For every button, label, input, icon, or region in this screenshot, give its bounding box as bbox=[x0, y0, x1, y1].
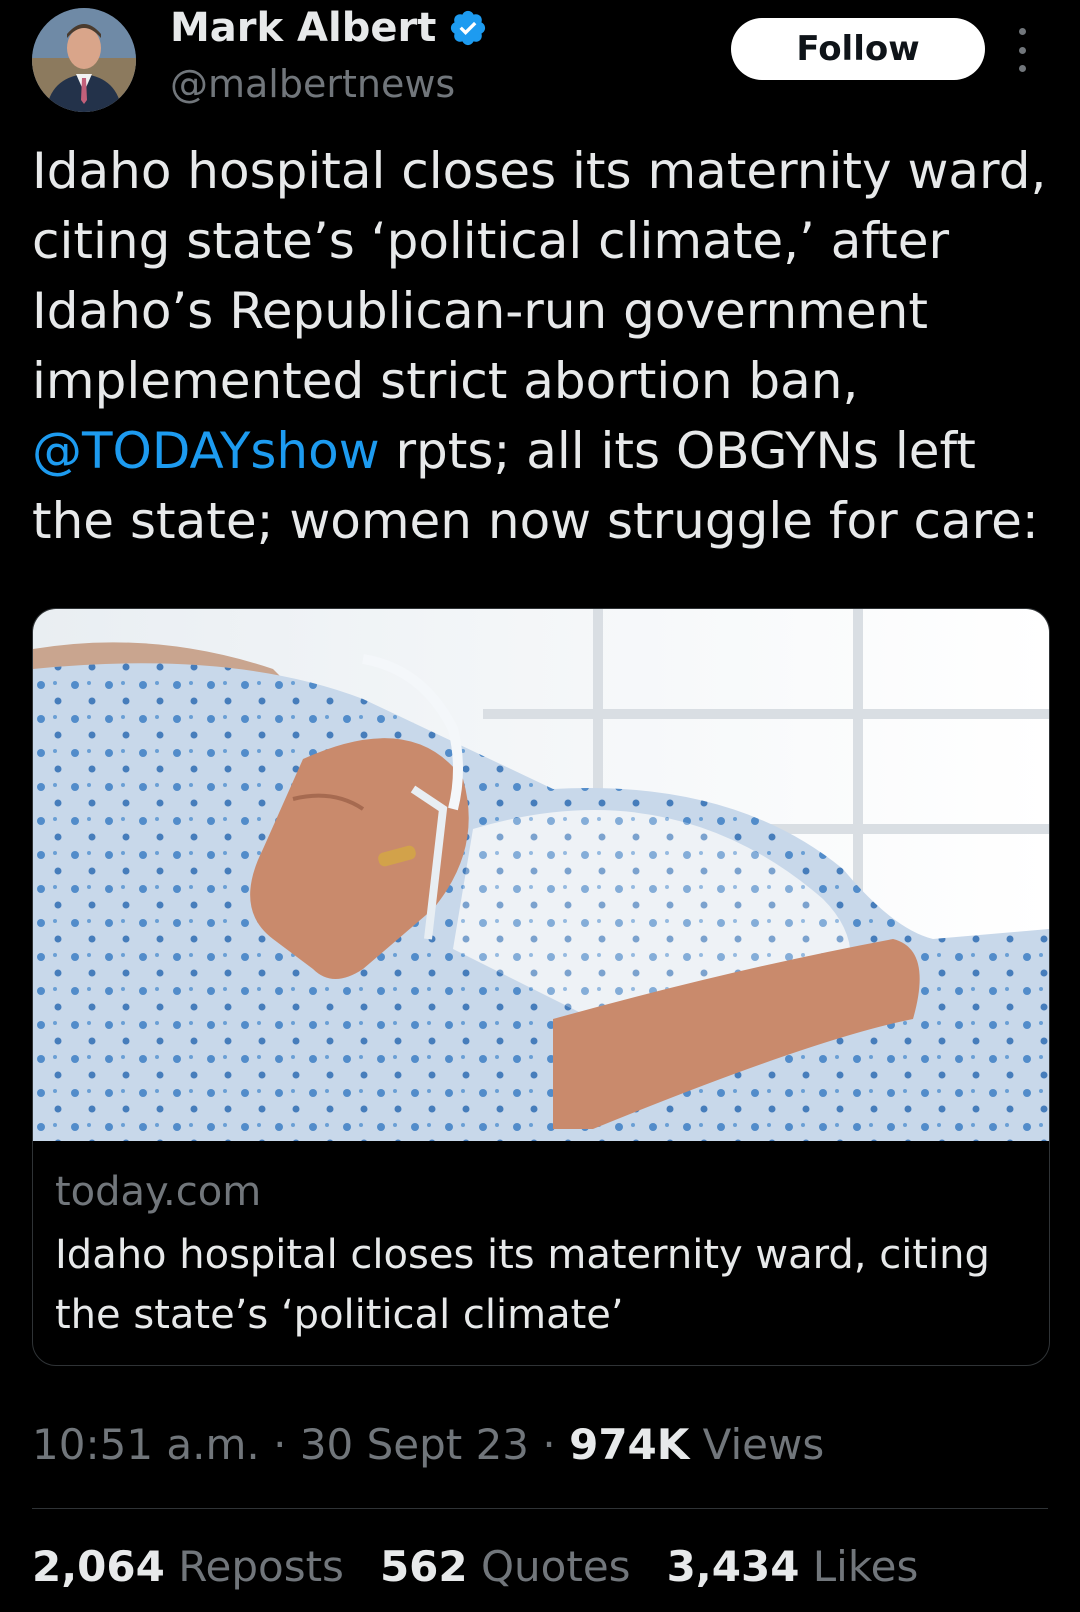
likes-count: 3,434 bbox=[666, 1542, 800, 1591]
tweet-text-part-1: Idaho hospital closes its maternity ward… bbox=[32, 142, 1047, 410]
views-label: Views bbox=[702, 1420, 825, 1469]
quotes-count: 562 bbox=[379, 1542, 468, 1591]
verified-badge-icon bbox=[451, 10, 486, 46]
reposts-count: 2,064 bbox=[32, 1542, 165, 1591]
quotes-label: Quotes bbox=[480, 1542, 631, 1591]
divider bbox=[32, 1508, 1048, 1509]
mention-link[interactable]: @TODAYshow bbox=[32, 422, 380, 480]
author-name[interactable]: Mark Albert bbox=[170, 6, 436, 50]
tweet-date[interactable]: 30 Sept 23 bbox=[300, 1420, 529, 1469]
link-card-image bbox=[33, 609, 1049, 1141]
engagement-stats: 2,064 Reposts 562 Quotes 3,434 Likes bbox=[32, 1542, 954, 1591]
likes-stat[interactable]: 3,434 Likes bbox=[667, 1542, 919, 1591]
author-name-row: Mark Albert bbox=[170, 6, 488, 50]
tweet-time[interactable]: 10:51 a.m. bbox=[32, 1420, 260, 1469]
tweet-header: Mark Albert @malbertnews Follow bbox=[0, 0, 1080, 130]
tweet-meta: 10:51 a.m. · 30 Sept 23 · 974K Views bbox=[32, 1420, 825, 1469]
likes-label: Likes bbox=[812, 1542, 919, 1591]
reposts-stat[interactable]: 2,064 Reposts bbox=[32, 1542, 344, 1591]
link-card[interactable]: today.com Idaho hospital closes its mate… bbox=[32, 608, 1050, 1366]
author-handle[interactable]: @malbertnews bbox=[170, 62, 455, 106]
follow-button[interactable]: Follow bbox=[731, 18, 985, 80]
more-options-icon[interactable] bbox=[1012, 28, 1032, 72]
views-count: 974K bbox=[569, 1420, 690, 1469]
link-card-title: Idaho hospital closes its maternity ward… bbox=[55, 1232, 990, 1338]
quotes-stat[interactable]: 562 Quotes bbox=[380, 1542, 631, 1591]
tweet-text: Idaho hospital closes its maternity ward… bbox=[32, 136, 1052, 556]
avatar[interactable] bbox=[32, 8, 136, 112]
link-card-domain: today.com bbox=[55, 1169, 262, 1215]
reposts-label: Reposts bbox=[178, 1542, 344, 1591]
